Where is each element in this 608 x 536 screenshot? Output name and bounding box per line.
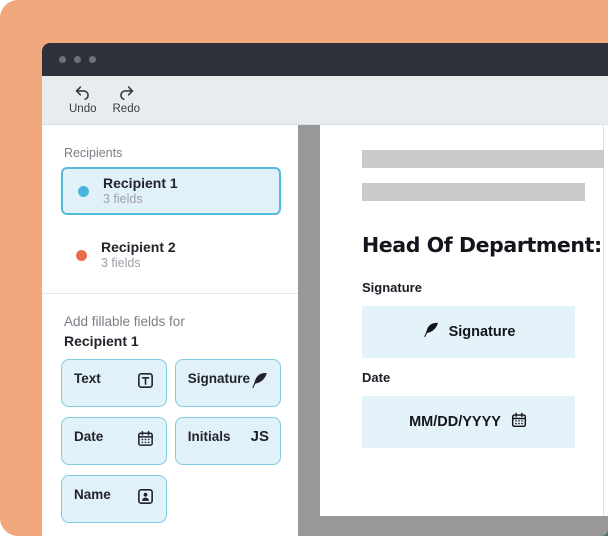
person-badge-icon — [136, 487, 155, 509]
window-dot-icon — [74, 56, 81, 63]
recipient-2-dot-icon — [76, 250, 87, 261]
signature-section-label: Signature — [362, 280, 603, 295]
window-dot-icon — [89, 56, 96, 63]
editor-main: Recipients Recipient 1 3 fields Recipien… — [42, 125, 608, 536]
document-heading: Head Of Department: — [362, 233, 603, 258]
initials-js-icon: JS — [251, 429, 269, 444]
date-section-label: Date — [362, 370, 603, 385]
undo-icon — [73, 85, 92, 102]
add-date-field-button[interactable]: Date — [61, 417, 167, 465]
undo-label: Undo — [69, 103, 97, 116]
canvas-bottom-gutter — [298, 516, 608, 536]
recipient-item-2[interactable]: Recipient 2 3 fields — [61, 235, 281, 275]
undo-button[interactable]: Undo — [69, 85, 97, 116]
document-canvas: Head Of Department: Signature Signature … — [298, 125, 608, 536]
field-buttons-grid: Text Signature — [61, 359, 281, 523]
recipient-name: Recipient 1 — [103, 174, 178, 192]
window-dot-icon — [59, 56, 66, 63]
field-button-label: Name — [74, 487, 111, 502]
calendar-icon — [510, 411, 528, 433]
editor-toolbar: Undo Redo — [42, 76, 608, 125]
add-signature-field-button[interactable]: Signature — [175, 359, 281, 407]
signature-field-label: Signature — [449, 324, 516, 340]
recipient-item-1[interactable]: Recipient 1 3 fields — [61, 167, 281, 215]
redo-label: Redo — [113, 103, 141, 116]
document-page: Head Of Department: Signature Signature … — [320, 125, 604, 516]
recipient-fields-count: 3 fields — [103, 192, 178, 208]
field-button-label: Date — [74, 429, 103, 444]
sidebar-divider — [42, 293, 298, 294]
date-input-field[interactable]: MM/DD/YYYY — [362, 396, 575, 448]
signature-input-field[interactable]: Signature — [362, 306, 575, 358]
date-field-placeholder: MM/DD/YYYY — [409, 414, 501, 430]
fields-sidebar: Recipients Recipient 1 3 fields Recipien… — [42, 125, 298, 536]
recipient-fields-count: 3 fields — [101, 256, 176, 272]
recipient-name: Recipient 2 — [101, 238, 176, 256]
add-fields-label: Add fillable fields for — [64, 313, 298, 331]
screenshot-stage: Undo Redo Recipients Recipi — [0, 0, 608, 536]
calendar-icon — [136, 429, 155, 451]
field-button-label: Text — [74, 371, 101, 386]
add-fields-recipient-name: Recipient 1 — [64, 333, 298, 349]
feather-signature-icon — [422, 321, 440, 343]
field-button-label: Initials — [188, 429, 231, 444]
field-button-label: Signature — [188, 371, 250, 386]
text-placeholder-bar — [362, 150, 604, 168]
add-name-field-button[interactable]: Name — [61, 475, 167, 523]
editor-window: Undo Redo Recipients Recipi — [42, 43, 608, 536]
redo-button[interactable]: Redo — [113, 85, 141, 116]
window-titlebar — [42, 43, 608, 76]
recipients-heading: Recipients — [64, 146, 298, 160]
redo-icon — [117, 85, 136, 102]
add-text-field-button[interactable]: Text — [61, 359, 167, 407]
text-field-icon — [136, 371, 155, 393]
add-initials-field-button[interactable]: Initials JS — [175, 417, 281, 465]
canvas-left-gutter — [298, 125, 320, 536]
recipient-1-dot-icon — [78, 186, 89, 197]
feather-signature-icon — [250, 371, 269, 393]
text-placeholder-bar — [362, 183, 585, 201]
